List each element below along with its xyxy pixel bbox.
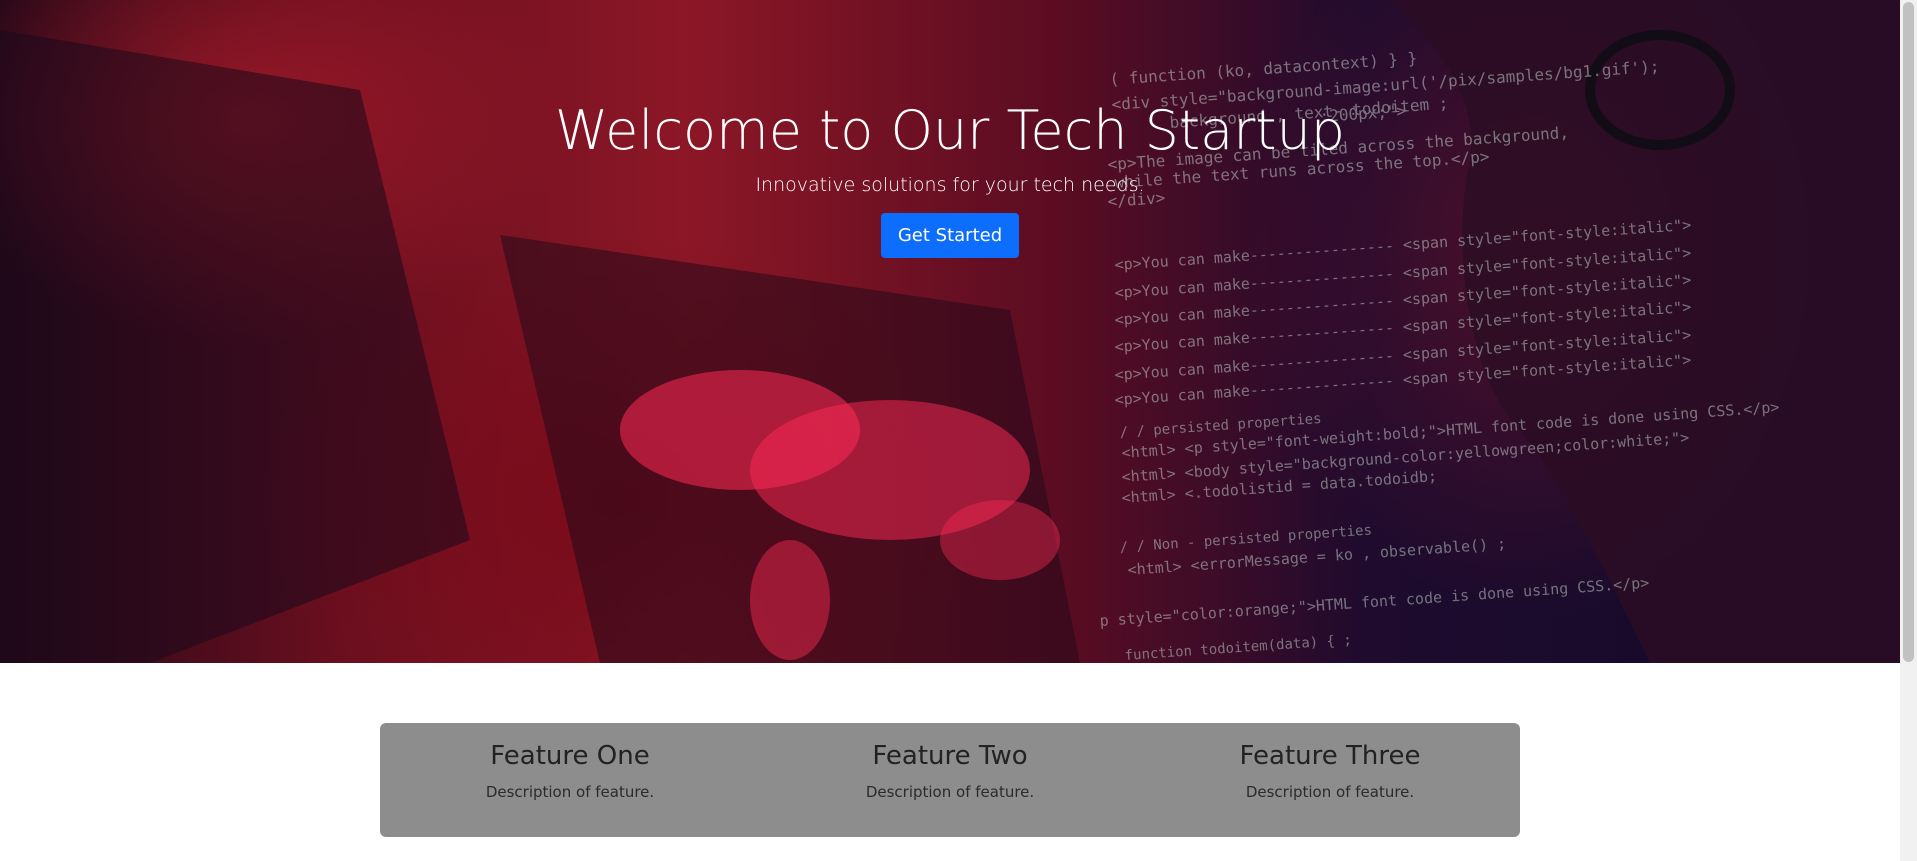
code-overlay-line: p style="color:orange;">HTML font code i… xyxy=(1099,574,1650,630)
hero-section: ( function (ko, datacontext) } } <div sty… xyxy=(0,0,1900,663)
scrollbar-thumb[interactable] xyxy=(1903,2,1914,662)
feature-card: Feature One Description of feature. xyxy=(380,723,760,837)
features-panel: Feature One Description of feature. Feat… xyxy=(380,723,1520,837)
feature-description: Description of feature. xyxy=(485,783,655,801)
feature-title: Feature Two xyxy=(872,741,1028,771)
code-overlay-line: function todoitem(data) { ; xyxy=(1124,632,1352,663)
feature-card: Feature Two Description of feature. xyxy=(760,723,1140,837)
vertical-scrollbar[interactable] xyxy=(1900,0,1917,861)
hero-content: Welcome to Our Tech Startup Innovative s… xyxy=(0,0,1900,258)
feature-title: Feature Three xyxy=(1239,741,1421,771)
feature-description: Description of feature. xyxy=(1245,783,1415,801)
get-started-button[interactable]: Get Started xyxy=(880,213,1020,258)
feature-title: Feature One xyxy=(490,741,650,771)
hero-subtitle: Innovative solutions for your tech needs… xyxy=(755,174,1145,196)
feature-description: Description of feature. xyxy=(865,783,1035,801)
hero-title: Welcome to Our Tech Startup xyxy=(554,99,1346,162)
feature-card: Feature Three Description of feature. xyxy=(1140,723,1520,837)
page: ( function (ko, datacontext) } } <div sty… xyxy=(0,0,1917,861)
